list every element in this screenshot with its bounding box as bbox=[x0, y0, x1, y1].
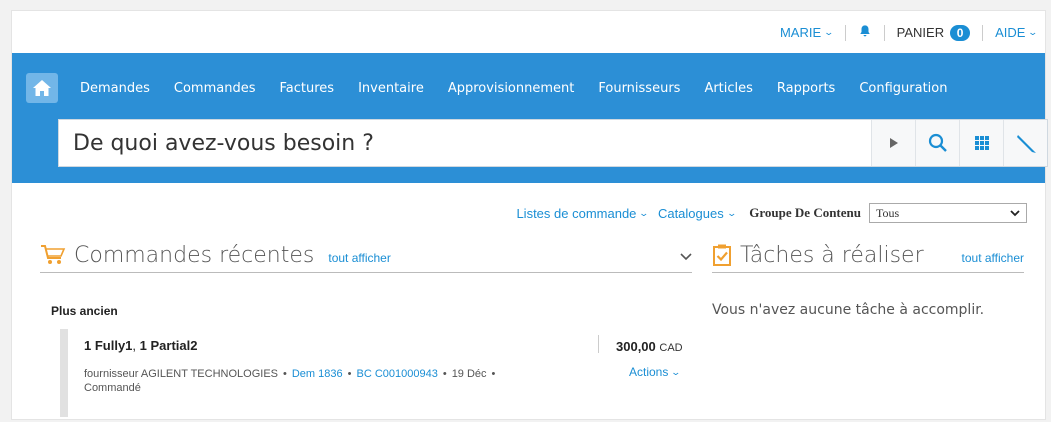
chevron-down-icon: ⌄ bbox=[726, 207, 737, 218]
recent-orders-title: Commandes récentes bbox=[74, 243, 315, 268]
cart-count-badge: 0 bbox=[950, 24, 971, 41]
search-bar bbox=[58, 119, 1048, 167]
catalogs-label: Catalogues bbox=[657, 205, 724, 221]
cart-label: PANIER bbox=[896, 25, 945, 40]
order-status: Commandé bbox=[84, 382, 141, 394]
order-amount-value: 300,00 bbox=[616, 339, 656, 354]
home-icon bbox=[33, 80, 51, 96]
help-menu[interactable]: AIDE ⌄ bbox=[995, 25, 1039, 40]
app-frame: MARIE ⌄ PANIER 0 AIDE ⌄ Demandes Command… bbox=[11, 10, 1048, 420]
content-toolbar: Listes de commande ⌄ Catalogues ⌄ Groupe… bbox=[516, 203, 1027, 223]
search-options-button[interactable] bbox=[871, 120, 915, 166]
user-menu[interactable]: MARIE ⌄ bbox=[779, 25, 835, 40]
utility-menu: MARIE ⌄ PANIER 0 AIDE ⌄ bbox=[779, 24, 1039, 41]
order-supplier: fournisseur AGILENT TECHNOLOGIES bbox=[84, 368, 278, 380]
order-lists-dropdown[interactable]: Listes de commande ⌄ bbox=[516, 205, 650, 221]
order-po-link[interactable]: BC C001000943 bbox=[356, 368, 437, 380]
no-tasks-message: Vous n'avez aucune tâche à accomplir. bbox=[712, 302, 985, 318]
chevron-down-icon: ⌄ bbox=[670, 366, 682, 377]
pencil-icon bbox=[1016, 135, 1036, 153]
order-title[interactable]: 1 Fully1, 1 Partial2 bbox=[84, 338, 197, 353]
cart-icon bbox=[41, 245, 66, 264]
order-title-sep: , bbox=[132, 338, 140, 353]
nav-item-articles[interactable]: Articles bbox=[692, 81, 764, 96]
grid-button[interactable] bbox=[959, 120, 1003, 166]
chevron-down-icon bbox=[1010, 209, 1020, 216]
orders-see-all-link[interactable]: tout afficher bbox=[328, 251, 390, 272]
clipboard-check-icon bbox=[713, 244, 731, 266]
nav-item-inventaire[interactable]: Inventaire bbox=[346, 81, 436, 96]
nav-item-factures[interactable]: Factures bbox=[268, 81, 347, 96]
nav-item-fournisseurs[interactable]: Fournisseurs bbox=[586, 81, 692, 96]
chevron-down-icon: ⌄ bbox=[1027, 27, 1039, 37]
divider bbox=[883, 24, 885, 41]
user-name: MARIE bbox=[779, 25, 822, 40]
order-item[interactable]: 1 Fully1, 1 Partial2 300,00 CAD fourniss… bbox=[60, 329, 690, 417]
order-request-link[interactable]: Dem 1836 bbox=[292, 368, 343, 380]
order-title-part2: 1 Partial2 bbox=[139, 338, 198, 353]
tasks-header: Tâches à réaliser tout afficher bbox=[712, 237, 1024, 273]
divider bbox=[598, 335, 599, 353]
recent-orders-header: Commandes récentes tout afficher bbox=[40, 237, 692, 273]
order-title-part1: 1 Fully1 bbox=[84, 338, 133, 353]
cart-button[interactable]: PANIER 0 bbox=[896, 24, 971, 41]
nav-item-commandes[interactable]: Commandes bbox=[162, 81, 268, 96]
collapse-toggle[interactable] bbox=[680, 249, 692, 272]
nav-item-approvisionnement[interactable]: Approvisionnement bbox=[436, 81, 587, 96]
content-group-label: Groupe De Contenu bbox=[749, 205, 861, 220]
catalogs-dropdown[interactable]: Catalogues ⌄ bbox=[657, 205, 737, 221]
grid-icon bbox=[974, 136, 989, 150]
notifications-bell-icon[interactable] bbox=[858, 24, 872, 41]
search-icon bbox=[928, 133, 947, 152]
main-navigation: Demandes Commandes Factures Inventaire A… bbox=[12, 53, 1048, 183]
edit-button[interactable] bbox=[1003, 120, 1047, 166]
order-meta: fournisseur AGILENT TECHNOLOGIES • Dem 183… bbox=[84, 368, 496, 394]
order-lists-label: Listes de commande bbox=[516, 205, 637, 221]
utility-bar: MARIE ⌄ PANIER 0 AIDE ⌄ bbox=[12, 11, 1045, 53]
nav-item-rapports[interactable]: Rapports bbox=[765, 81, 847, 96]
tasks-see-all-link[interactable]: tout afficher bbox=[962, 251, 1024, 272]
play-icon bbox=[889, 138, 898, 148]
order-currency: CAD bbox=[659, 342, 683, 354]
order-date: 19 Déc bbox=[451, 368, 487, 380]
chevron-down-icon: ⌄ bbox=[823, 27, 835, 37]
chevron-down-icon: ⌄ bbox=[638, 207, 650, 218]
order-actions-label: Actions bbox=[629, 365, 669, 379]
home-button[interactable] bbox=[26, 73, 58, 103]
group-label-oldest: Plus ancien bbox=[51, 304, 118, 318]
divider bbox=[982, 24, 984, 41]
content-group-select[interactable]: Tous bbox=[869, 203, 1027, 223]
nav-item-configuration[interactable]: Configuration bbox=[847, 81, 959, 96]
tasks-title: Tâches à réaliser bbox=[740, 243, 924, 268]
nav-menu: Demandes Commandes Factures Inventaire A… bbox=[26, 73, 959, 103]
content-group-value: Tous bbox=[876, 205, 900, 220]
search-input[interactable] bbox=[59, 120, 871, 166]
search-button[interactable] bbox=[915, 120, 959, 166]
order-amount: 300,00 CAD bbox=[616, 339, 683, 354]
order-actions-dropdown[interactable]: Actions ⌄ bbox=[629, 365, 682, 379]
chevron-down-icon bbox=[680, 253, 692, 261]
nav-item-demandes[interactable]: Demandes bbox=[68, 81, 162, 96]
help-label: AIDE bbox=[995, 25, 1026, 40]
divider bbox=[844, 24, 846, 41]
